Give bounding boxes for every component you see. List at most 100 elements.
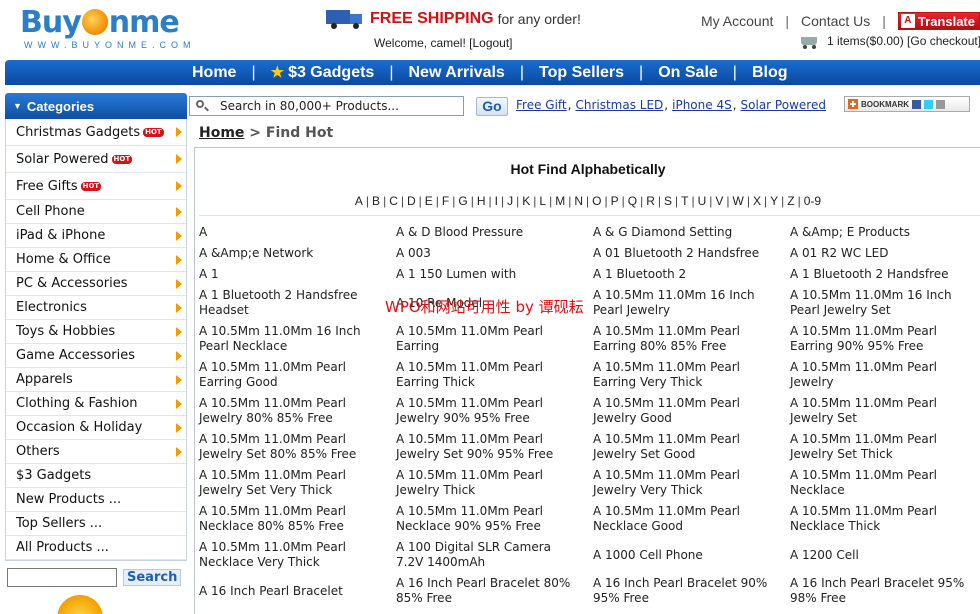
product-link[interactable]: A 1 Bluetooth 2 Handsfree Headset (199, 288, 396, 318)
sidebar-item[interactable]: Game Accessories (6, 344, 186, 368)
alphabet-link[interactable]: V (715, 194, 723, 208)
product-link[interactable]: A 003 (396, 246, 593, 261)
sidebar-item[interactable]: Others (6, 440, 186, 464)
product-link[interactable]: A 10.5Mm 11.0Mm Pearl Jewelry Set Thick (790, 432, 980, 462)
alphabet-link[interactable]: C (389, 194, 398, 208)
alphabet-link[interactable]: E (425, 194, 433, 208)
sidebar-item[interactable]: Solar Powered HOT (6, 146, 186, 173)
product-link[interactable]: A 10.5Mm 11.0Mm Pearl Jewelry Very Thick (593, 468, 790, 498)
product-link[interactable]: A 10.5Mm 11.0Mm Pearl Necklace 80% 85% F… (199, 504, 396, 534)
contact-us-link[interactable]: Contact Us (801, 13, 870, 29)
quick-link[interactable]: Free Gift (516, 98, 567, 112)
product-link[interactable]: A 1 150 Lumen with (396, 267, 593, 282)
sidebar-item[interactable]: New Products ... (6, 488, 186, 512)
cart-summary[interactable]: 1 items($0.00) [Go checkout] (797, 33, 980, 49)
product-link[interactable]: A 10.5Mm 11.0Mm 16 Inch Pearl Necklace (199, 324, 396, 354)
search-input[interactable] (220, 99, 460, 113)
product-link[interactable]: A 10.5Mm 11.0Mm 16 Inch Pearl Jewelry Se… (790, 288, 980, 318)
my-account-link[interactable]: My Account (701, 13, 773, 29)
alphabet-link[interactable]: K (522, 194, 530, 208)
product-link[interactable]: A 10.5Mm 11.0Mm Pearl Earring Thick (396, 360, 593, 390)
alphabet-link[interactable]: 0-9 (804, 194, 821, 208)
product-link[interactable]: A 1200 Cell (790, 548, 980, 563)
sidebar-item[interactable]: Home & Office (6, 248, 186, 272)
product-link[interactable]: A 1 Bluetooth 2 (593, 267, 790, 282)
product-link[interactable]: A 10.5Mm 11.0Mm Pearl Jewelry Good (593, 396, 790, 426)
alphabet-link[interactable]: Q (628, 194, 637, 208)
nav-top-sellers[interactable]: Top Sellers (539, 64, 624, 82)
product-link[interactable]: A (199, 225, 396, 240)
product-link[interactable]: A 10.5Mm 11.0Mm Pearl Jewelry (790, 360, 980, 390)
bookmark-button[interactable]: BOOKMARK (844, 96, 970, 112)
quick-link[interactable]: Solar Powered (741, 98, 826, 112)
product-link[interactable]: A 10.5Mm 11.0Mm Pearl Jewelry Set Very T… (199, 468, 396, 498)
product-link[interactable]: A & G Diamond Setting (593, 225, 790, 240)
product-link[interactable]: A 10.5Mm 11.0Mm Pearl Jewelry Thick (396, 468, 593, 498)
alphabet-link[interactable]: F (442, 194, 449, 208)
sidebar-item[interactable]: Christmas Gadgets HOT (6, 119, 186, 146)
sidebar-item[interactable]: Apparels (6, 368, 186, 392)
product-link[interactable]: A 10.5Mm 11.0Mm Pearl Jewelry 90% 95% Fr… (396, 396, 593, 426)
alphabet-link[interactable]: M (555, 194, 565, 208)
product-link[interactable]: A 10.5Mm 11.0Mm Pearl Necklace (790, 468, 980, 498)
alphabet-link[interactable]: A (355, 194, 363, 208)
nav-new-arrivals[interactable]: New Arrivals (408, 64, 504, 82)
sidebar-item[interactable]: $3 Gadgets (6, 464, 186, 488)
product-link[interactable]: A &Amp;e Network (199, 246, 396, 261)
sidebar-item[interactable]: Occasion & Holiday (6, 416, 186, 440)
product-link[interactable]: A 10.5Mm 11.0Mm Pearl Earring Very Thick (593, 360, 790, 390)
cart-summary-text[interactable]: 1 items($0.00) [Go checkout] (827, 34, 980, 48)
sidebar-item[interactable]: Cell Phone (6, 200, 186, 224)
product-link[interactable]: A 10.5Mm 11.0Mm Pearl Earring (396, 324, 593, 354)
nav-blog[interactable]: Blog (752, 64, 788, 82)
product-link[interactable]: A 10.5Mm 11.0Mm Pearl Necklace Very Thic… (199, 540, 396, 570)
product-link[interactable]: A 01 R2 WC LED (790, 246, 980, 261)
product-link[interactable]: A 16 Inch Pearl Bracelet 95% 98% Free (790, 576, 980, 606)
go-button[interactable]: Go (476, 97, 508, 116)
alphabet-link[interactable]: H (477, 194, 486, 208)
product-link[interactable]: A 10.5Mm 11.0Mm Pearl Earring Good (199, 360, 396, 390)
product-link[interactable]: A 10.5Mm 11.0Mm Pearl Jewelry Set (790, 396, 980, 426)
product-link[interactable]: A 16 Inch Pearl Bracelet 80% 85% Free (396, 576, 593, 606)
nav-on-sale[interactable]: On Sale (658, 64, 718, 82)
sidebar-search-button[interactable]: Search (123, 569, 182, 586)
product-link[interactable]: A 10.5Mm 11.0Mm Pearl Necklace Good (593, 504, 790, 534)
sidebar-item[interactable]: Electronics (6, 296, 186, 320)
alphabet-link[interactable]: L (539, 194, 546, 208)
product-link[interactable]: A 10.5Mm 11.0Mm Pearl Necklace 90% 95% F… (396, 504, 593, 534)
product-link[interactable]: A 10.5Mm 11.0Mm Pearl Jewelry 80% 85% Fr… (199, 396, 396, 426)
product-link[interactable]: A 10.5Mm 11.0Mm 16 Inch Pearl Jewelry (593, 288, 790, 318)
alphabet-link[interactable]: I (495, 194, 498, 208)
sidebar-search-input[interactable] (7, 568, 117, 587)
alphabet-link[interactable]: D (407, 194, 416, 208)
sidebar-item[interactable]: iPad & iPhone (6, 224, 186, 248)
product-link[interactable]: A 1 Bluetooth 2 Handsfree (790, 267, 980, 282)
nav-3-dollar-gadgets[interactable]: ★ $3 Gadgets (271, 63, 375, 82)
alphabet-link[interactable]: Z (787, 194, 794, 208)
product-link[interactable]: A 01 Bluetooth 2 Handsfree (593, 246, 790, 261)
product-link[interactable]: A 16 Inch Pearl Bracelet (199, 584, 396, 599)
translate-button[interactable]: A Translate (897, 12, 980, 30)
product-link[interactable]: A 1 (199, 267, 396, 282)
alphabet-link[interactable]: R (646, 194, 655, 208)
alphabet-link[interactable]: Y (770, 194, 778, 208)
welcome-message[interactable]: Welcome, camel! [Logout] (374, 36, 513, 50)
alphabet-link[interactable]: W (733, 194, 744, 208)
alphabet-link[interactable]: B (372, 194, 380, 208)
nav-home[interactable]: Home (192, 64, 236, 82)
product-link[interactable]: A 10.5Mm 11.0Mm Pearl Jewelry Set Good (593, 432, 790, 462)
product-link[interactable]: A 10.5Mm 11.0Mm Pearl Jewelry Set 80% 85… (199, 432, 396, 462)
alphabet-link[interactable]: S (664, 194, 672, 208)
alphabet-link[interactable]: U (698, 194, 707, 208)
breadcrumb-home-link[interactable]: Home (199, 125, 244, 141)
product-link[interactable]: A 10.5Mm 11.0Mm Pearl Jewelry Set 90% 95… (396, 432, 593, 462)
quick-link[interactable]: Christmas LED (575, 98, 663, 112)
alphabet-link[interactable]: P (611, 194, 619, 208)
product-link[interactable]: A 16 Inch Pearl Bracelet 90% 95% Free (593, 576, 790, 606)
sidebar-item[interactable]: PC & Accessories (6, 272, 186, 296)
product-link[interactable]: A 10.5Mm 11.0Mm Pearl Earring 90% 95% Fr… (790, 324, 980, 354)
product-link[interactable]: A &Amp; E Products (790, 225, 980, 240)
quick-link[interactable]: iPhone 4S (672, 98, 732, 112)
alphabet-link[interactable]: G (458, 194, 467, 208)
product-link[interactable]: A 10.5Mm 11.0Mm Pearl Earring 80% 85% Fr… (593, 324, 790, 354)
